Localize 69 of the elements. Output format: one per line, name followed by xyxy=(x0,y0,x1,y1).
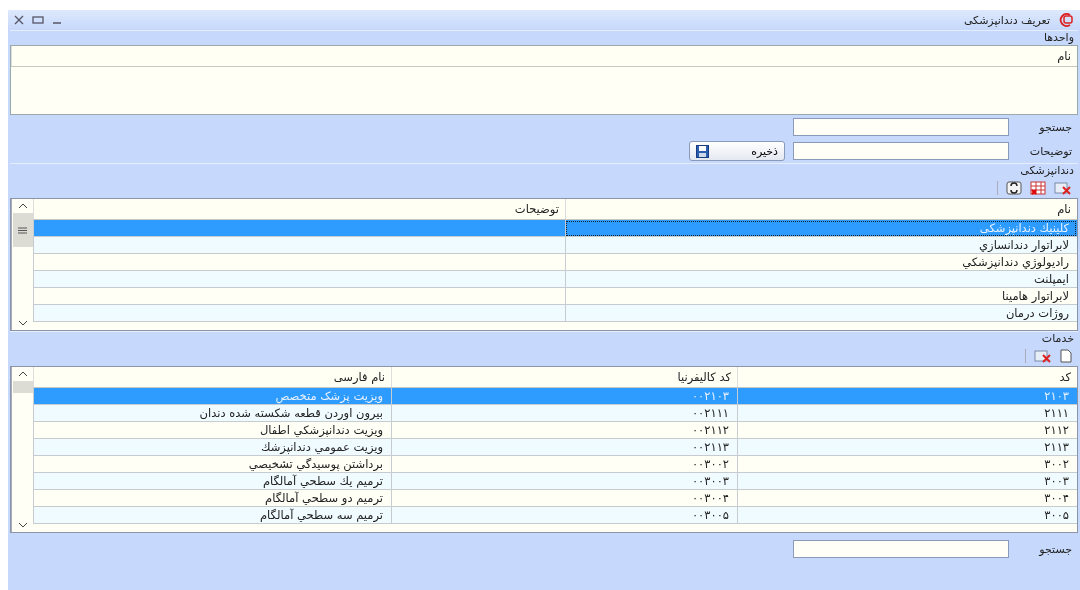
table-row[interactable]: ۲۱۱۲ ۰۰۲۱۱۲ ویزیت دندانپزشکي اطفال xyxy=(33,422,1077,439)
table-cell: برداشتن پوسیدگي تشخیصي xyxy=(33,456,391,473)
column-header[interactable]: نام xyxy=(565,199,1077,219)
table-cell: ۰۰۳۰۰۴ xyxy=(391,490,737,507)
table-row[interactable]: ۳۰۰۴ ۰۰۳۰۰۴ ترمیم دو سطحي آمالگام xyxy=(33,490,1077,507)
table-cell: راديولوژي دندانپزشكي xyxy=(565,254,1077,271)
table-cell: ترمیم سه سطحي آمالگام xyxy=(33,507,391,524)
table-cell: ۰۰۲۱۱۲ xyxy=(391,422,737,439)
scroll-up-icon[interactable] xyxy=(17,370,28,378)
table-cell: ۰۰۳۰۰۲ xyxy=(391,456,737,473)
table-cell: ۰۰۳۰۰۵ xyxy=(391,507,737,524)
search-label: جستجو xyxy=(1037,542,1072,556)
table-cell: لابراتوار دندانسازي xyxy=(565,237,1077,254)
table-cell: روژات درمان xyxy=(565,305,1077,322)
table-cell: کلینیك دندانپزشکی xyxy=(565,220,1077,237)
table-cell: ۳۰۰۴ xyxy=(737,490,1077,507)
table-cell: ترمیم دو سطحي آمالگام xyxy=(33,490,391,507)
table-cell: ترمیم یك سطحي آمالگام xyxy=(33,473,391,490)
table-row[interactable]: ۲۱۱۱ ۰۰۲۱۱۱ بیرون اوردن قطعه شکسته شده دندان xyxy=(33,405,1077,422)
table-cell: ۲۱۱۱ xyxy=(737,405,1077,422)
table-cell: لابراتوار هامینا xyxy=(565,288,1077,305)
delete-row-icon[interactable] xyxy=(1034,349,1052,363)
table-row[interactable]: ۳۰۰۲ ۰۰۳۰۰۲ برداشتن پوسیدگي تشخیصي xyxy=(33,456,1077,473)
group-title: خدمات xyxy=(1040,332,1075,346)
table-cell: ویزیت دندانپزشکي اطفال xyxy=(33,422,391,439)
scrollbar[interactable] xyxy=(11,367,33,532)
table-cell: ۳۰۰۲ xyxy=(737,456,1077,473)
search-field[interactable] xyxy=(793,540,1009,558)
group-title: واحدها xyxy=(1042,31,1075,45)
table-cell: ۰۰۲۱۱۱ xyxy=(391,405,737,422)
table-row[interactable]: ۲۱۱۳ ۰۰۲۱۱۳ ویزیت عمومي دندانپزشك xyxy=(33,439,1077,456)
table-cell: ویزیت پزشک متخصص xyxy=(33,388,391,405)
column-header[interactable]: کد کالیفرنیا xyxy=(391,367,737,387)
table-cell: ۲۱۱۲ xyxy=(737,422,1077,439)
scrollbar-thumb[interactable] xyxy=(12,381,33,393)
description-field[interactable] xyxy=(793,142,1009,160)
maximize-icon[interactable] xyxy=(32,15,44,25)
app-logo-icon xyxy=(1058,13,1074,27)
delete-row-icon[interactable] xyxy=(1054,181,1072,195)
table-cell: ۲۱۱۳ xyxy=(737,439,1077,456)
save-button[interactable]: ذخیره xyxy=(689,141,785,161)
refresh-icon[interactable] xyxy=(1006,181,1022,195)
scrollbar-thumb[interactable] xyxy=(12,213,33,247)
table-cell: ایمپلنت xyxy=(565,271,1077,288)
close-icon[interactable] xyxy=(14,15,24,25)
new-document-icon[interactable] xyxy=(1060,349,1072,363)
group-title: دندانپزشکی xyxy=(1019,164,1075,178)
column-header[interactable]: کد xyxy=(737,367,1077,387)
search-label: جستجو xyxy=(1037,120,1072,134)
table-cell: ۳۰۰۵ xyxy=(737,507,1077,524)
scroll-up-icon[interactable] xyxy=(17,202,28,210)
table-cell: ۳۰۰۳ xyxy=(737,473,1077,490)
table-row[interactable]: ۳۰۰۳ ۰۰۳۰۰۳ ترمیم یك سطحي آمالگام xyxy=(33,473,1077,490)
table-cell: بیرون اوردن قطعه شکسته شده دندان xyxy=(33,405,391,422)
window-title: تعریف دندانپزشکی xyxy=(963,13,1050,27)
table-cell: ۰۰۳۰۰۳ xyxy=(391,473,737,490)
scrollbar[interactable] xyxy=(11,199,33,330)
table-row[interactable]: ۳۰۰۵ ۰۰۳۰۰۵ ترمیم سه سطحي آمالگام xyxy=(33,507,1077,524)
table-cell: ۲۱۰۳ xyxy=(737,388,1077,405)
search-field[interactable] xyxy=(793,118,1009,136)
grip-icon xyxy=(18,226,27,234)
table-cell: ۰۰۲۱۰۳ xyxy=(391,388,737,405)
scroll-down-icon[interactable] xyxy=(17,521,28,529)
grid-delete-icon[interactable] xyxy=(1030,181,1046,195)
scroll-down-icon[interactable] xyxy=(17,319,28,327)
description-label: توضیحات xyxy=(1028,144,1072,158)
table-cell: ۰۰۲۱۱۳ xyxy=(391,439,737,456)
table-cell: ویزیت عمومي دندانپزشك xyxy=(33,439,391,456)
column-header[interactable]: نام xyxy=(11,46,1077,66)
